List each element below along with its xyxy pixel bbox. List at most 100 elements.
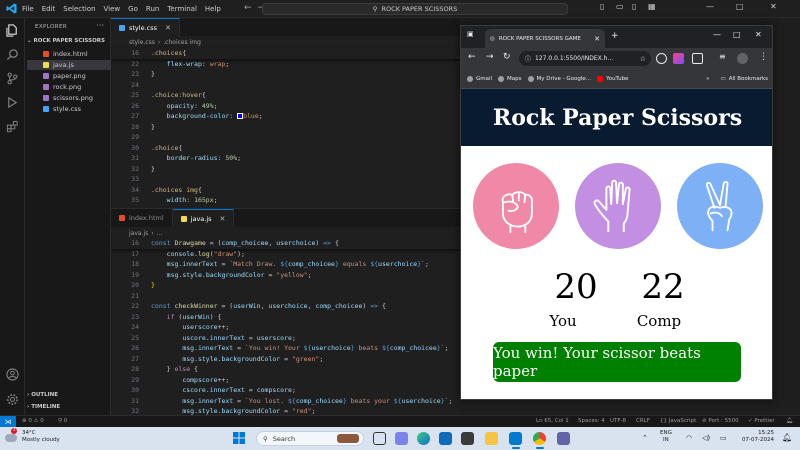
- menu-go[interactable]: Go: [128, 5, 138, 13]
- photos-icon[interactable]: [461, 432, 474, 445]
- breadcrumb-file[interactable]: java.js: [129, 230, 148, 237]
- file-explorer-icon[interactable]: [485, 432, 498, 445]
- file-rock-png[interactable]: rock.png: [43, 82, 109, 92]
- command-center[interactable]: ⚲ ROCK PAPER SCISSORS: [262, 3, 568, 15]
- show-hidden-icons-chevron-icon[interactable]: ⌃: [642, 434, 648, 442]
- close-tab-icon[interactable]: ✕: [220, 215, 226, 223]
- profile-avatar[interactable]: [737, 53, 748, 64]
- edge-browser-icon[interactable]: [417, 432, 430, 445]
- weather-widget[interactable]: 1 34°C Mostly cloudy: [4, 428, 60, 444]
- vscode-taskbar-icon[interactable]: [509, 432, 522, 445]
- bookmark-my-drive[interactable]: My Drive - Google...: [527, 76, 591, 82]
- tab-style-css[interactable]: style.css ✕: [111, 18, 180, 36]
- scissors-choice[interactable]: [677, 163, 763, 249]
- all-bookmarks[interactable]: » ▭ All Bookmarks: [706, 76, 768, 82]
- file-scissors-png[interactable]: scissors.png: [43, 93, 109, 103]
- file-java-js[interactable]: java.js: [27, 60, 111, 70]
- back-arrow-icon[interactable]: ←: [244, 3, 258, 13]
- close-icon[interactable]: ✕: [770, 2, 777, 11]
- clock[interactable]: 15:25 07-07-2024: [738, 430, 774, 444]
- code-area[interactable]: 16 .choices{ 22 flex-wrap: wrap; 23} 24 2…: [111, 48, 460, 208]
- extension-icon[interactable]: [673, 53, 684, 64]
- menu-file[interactable]: File: [22, 5, 34, 13]
- reload-icon[interactable]: ↻: [503, 52, 511, 62]
- file-style-css[interactable]: style.css: [43, 104, 109, 114]
- prettier-status[interactable]: ✓ Prettier: [748, 418, 775, 424]
- menu-edit[interactable]: Edit: [42, 5, 56, 13]
- extensions-puzzle-icon[interactable]: [692, 53, 703, 64]
- explorer-icon[interactable]: [6, 24, 19, 37]
- file-index-html[interactable]: index.html: [43, 49, 109, 59]
- app-taskbar-icon[interactable]: [557, 432, 570, 445]
- breadcrumb-symbol[interactable]: ...: [157, 230, 163, 237]
- address-bar[interactable]: ⓘ 127.0.0.1:5500/INDEX.h... ☆: [519, 51, 651, 66]
- ports-indicator[interactable]: ⚲ 0: [58, 418, 67, 424]
- language-mode[interactable]: {} JavaScript: [660, 418, 696, 424]
- outline-section[interactable]: › OUTLINE: [27, 392, 58, 398]
- code-area[interactable]: 16 const Drawgame = (comp_choicee, userch…: [111, 238, 460, 415]
- taskbar-search[interactable]: ⚲ Search: [256, 431, 364, 446]
- customize-layout-icon[interactable]: ▦: [648, 2, 656, 11]
- notifications-bell-icon[interactable]: 🔔︎: [786, 418, 793, 424]
- bookmark-gmail[interactable]: Gmail: [467, 76, 492, 82]
- rock-choice[interactable]: [473, 163, 559, 249]
- new-tab-icon[interactable]: +: [611, 31, 619, 41]
- cursor-position[interactable]: Ln 65, Col 1: [536, 418, 569, 424]
- notifications-bell-icon[interactable]: 🔔︎: [782, 433, 792, 442]
- remote-icon[interactable]: ⋊: [0, 416, 16, 427]
- settings-gear-icon[interactable]: [6, 393, 19, 406]
- timeline-section[interactable]: › TIMELINE: [27, 404, 60, 410]
- source-control-icon[interactable]: [6, 72, 19, 85]
- panel-icon[interactable]: ▭: [616, 2, 624, 11]
- back-arrow-icon[interactable]: ←: [468, 52, 476, 62]
- tab-search-icon[interactable]: ▣: [467, 30, 474, 38]
- minimize-icon[interactable]: —: [713, 30, 721, 39]
- chrome-taskbar-icon[interactable]: [533, 432, 546, 445]
- browser-tab[interactable]: ◎ ROCK PAPER SCISSORS GAME ✕: [485, 29, 605, 48]
- bookmark-star-icon[interactable]: ☆: [640, 55, 646, 63]
- site-info-icon[interactable]: ⓘ: [525, 54, 531, 63]
- menu-selection[interactable]: Selection: [63, 5, 95, 13]
- layout-icon[interactable]: ▯: [600, 2, 604, 11]
- menu-help[interactable]: Help: [205, 5, 221, 13]
- menu-terminal[interactable]: Terminal: [167, 5, 197, 13]
- task-view-icon[interactable]: [373, 432, 386, 445]
- volume-icon[interactable]: ◁): [702, 434, 710, 442]
- breadcrumb-symbol[interactable]: .choices img: [163, 39, 201, 46]
- account-icon[interactable]: [6, 368, 19, 381]
- paper-choice[interactable]: [575, 163, 661, 249]
- maximize-icon[interactable]: □: [736, 2, 744, 11]
- teams-icon[interactable]: [395, 432, 408, 445]
- wifi-icon[interactable]: ◠: [686, 434, 692, 442]
- breadcrumb-file[interactable]: style.css: [129, 39, 155, 46]
- tab-index-html[interactable]: index.html: [111, 209, 173, 227]
- problems-indicator[interactable]: ⊗ 0 ⚠ 0: [22, 418, 44, 424]
- sidebar-icon[interactable]: ▯: [632, 2, 636, 11]
- windows-start-icon[interactable]: [233, 432, 245, 444]
- file-paper-png[interactable]: paper.png: [43, 71, 109, 81]
- more-actions-icon[interactable]: ···: [96, 21, 104, 30]
- bookmark-maps[interactable]: Maps: [498, 76, 522, 82]
- project-folder[interactable]: ⌄ ROCK PAPER SCISSORS: [27, 38, 105, 44]
- forward-arrow-icon[interactable]: →: [486, 52, 494, 62]
- extension-icon[interactable]: [656, 53, 667, 64]
- line-ending[interactable]: CRLF: [636, 418, 650, 424]
- close-icon[interactable]: ✕: [755, 30, 762, 39]
- minimize-icon[interactable]: —: [706, 2, 714, 11]
- encoding[interactable]: UTF-8: [610, 418, 626, 424]
- tab-java-js[interactable]: java.js ✕: [172, 209, 235, 227]
- menu-view[interactable]: View: [104, 5, 121, 13]
- run-debug-icon[interactable]: [6, 96, 19, 109]
- battery-icon[interactable]: ▭: [720, 434, 727, 442]
- menu-run[interactable]: Run: [146, 5, 159, 13]
- search-icon[interactable]: [6, 48, 19, 61]
- maximize-icon[interactable]: □: [733, 30, 741, 39]
- close-tab-icon[interactable]: ✕: [165, 24, 171, 32]
- bookmark-youtube[interactable]: YouTube: [597, 76, 628, 82]
- live-server-port[interactable]: ⊘ Port : 5500: [702, 418, 739, 424]
- indentation[interactable]: Spaces: 4: [578, 418, 605, 424]
- close-tab-icon[interactable]: ✕: [594, 35, 600, 43]
- reading-list-icon[interactable]: ≡: [719, 52, 726, 61]
- chrome-menu-icon[interactable]: ⋮: [759, 52, 768, 62]
- mail-icon[interactable]: [439, 432, 452, 445]
